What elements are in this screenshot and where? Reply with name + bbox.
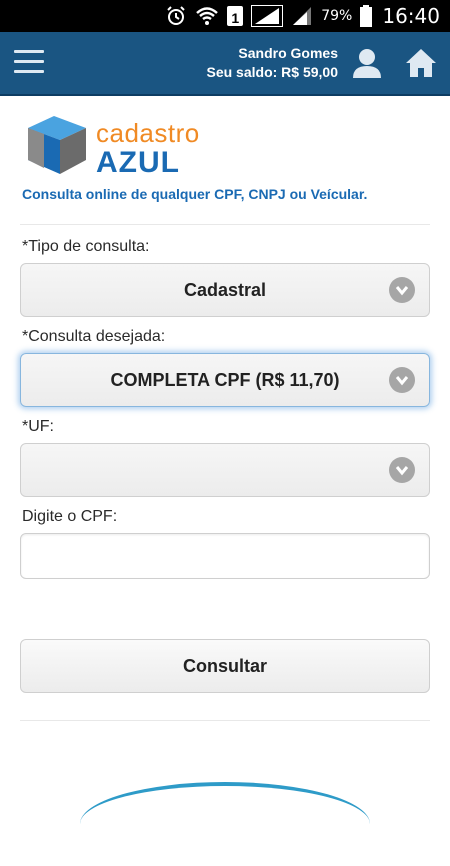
- menu-icon[interactable]: [14, 50, 46, 78]
- balance: Seu saldo: R$ 59,00: [206, 64, 338, 80]
- logo-word-azul: AZUL: [96, 146, 180, 179]
- cpf-label: Digite o CPF:: [22, 508, 118, 525]
- user-info: Sandro Gomes Seu saldo: R$ 59,00: [206, 44, 338, 82]
- uf-select[interactable]: [20, 443, 430, 497]
- chevron-down-icon: [389, 457, 415, 483]
- tipo-select[interactable]: Cadastral: [20, 263, 430, 317]
- user-name: Sandro Gomes: [238, 45, 338, 61]
- status-bar: 1 79% 16:40: [0, 0, 450, 32]
- decorative-arc: [80, 782, 370, 866]
- consulta-value: COMPLETA CPF (R$ 11,70): [110, 369, 340, 390]
- tipo-value: Cadastral: [183, 279, 267, 300]
- consulta-select[interactable]: COMPLETA CPF (R$ 11,70): [20, 353, 430, 407]
- battery-percent: 79%: [321, 8, 353, 24]
- divider: [20, 720, 430, 721]
- sim-signal-icon: [251, 5, 284, 27]
- wifi-icon: [195, 5, 219, 27]
- chevron-down-icon: [389, 367, 415, 393]
- chevron-down-icon: [389, 277, 415, 303]
- logo-word-cadastro: cadastro: [96, 118, 200, 148]
- consultar-label: Consultar: [182, 655, 267, 676]
- sim-slot-icon: 1: [227, 5, 244, 27]
- alarm-icon: [165, 5, 187, 27]
- clock: 16:40: [382, 4, 440, 28]
- cpf-input[interactable]: [20, 533, 430, 579]
- tipo-label: *Tipo de consulta:: [22, 238, 150, 255]
- home-icon[interactable]: [404, 46, 438, 80]
- sim-slot-label: 1: [227, 6, 244, 26]
- consulta-label: *Consulta desejada:: [22, 328, 166, 345]
- app-header: Sandro Gomes Seu saldo: R$ 59,00: [0, 32, 450, 96]
- battery-icon: [360, 5, 373, 27]
- divider: [20, 224, 430, 225]
- tagline: Consulta online de qualquer CPF, CNPJ ou…: [22, 186, 368, 202]
- consultar-button[interactable]: Consultar: [20, 639, 430, 693]
- uf-label: *UF:: [22, 418, 54, 435]
- user-icon[interactable]: [350, 46, 384, 80]
- signal-icon: [291, 5, 313, 27]
